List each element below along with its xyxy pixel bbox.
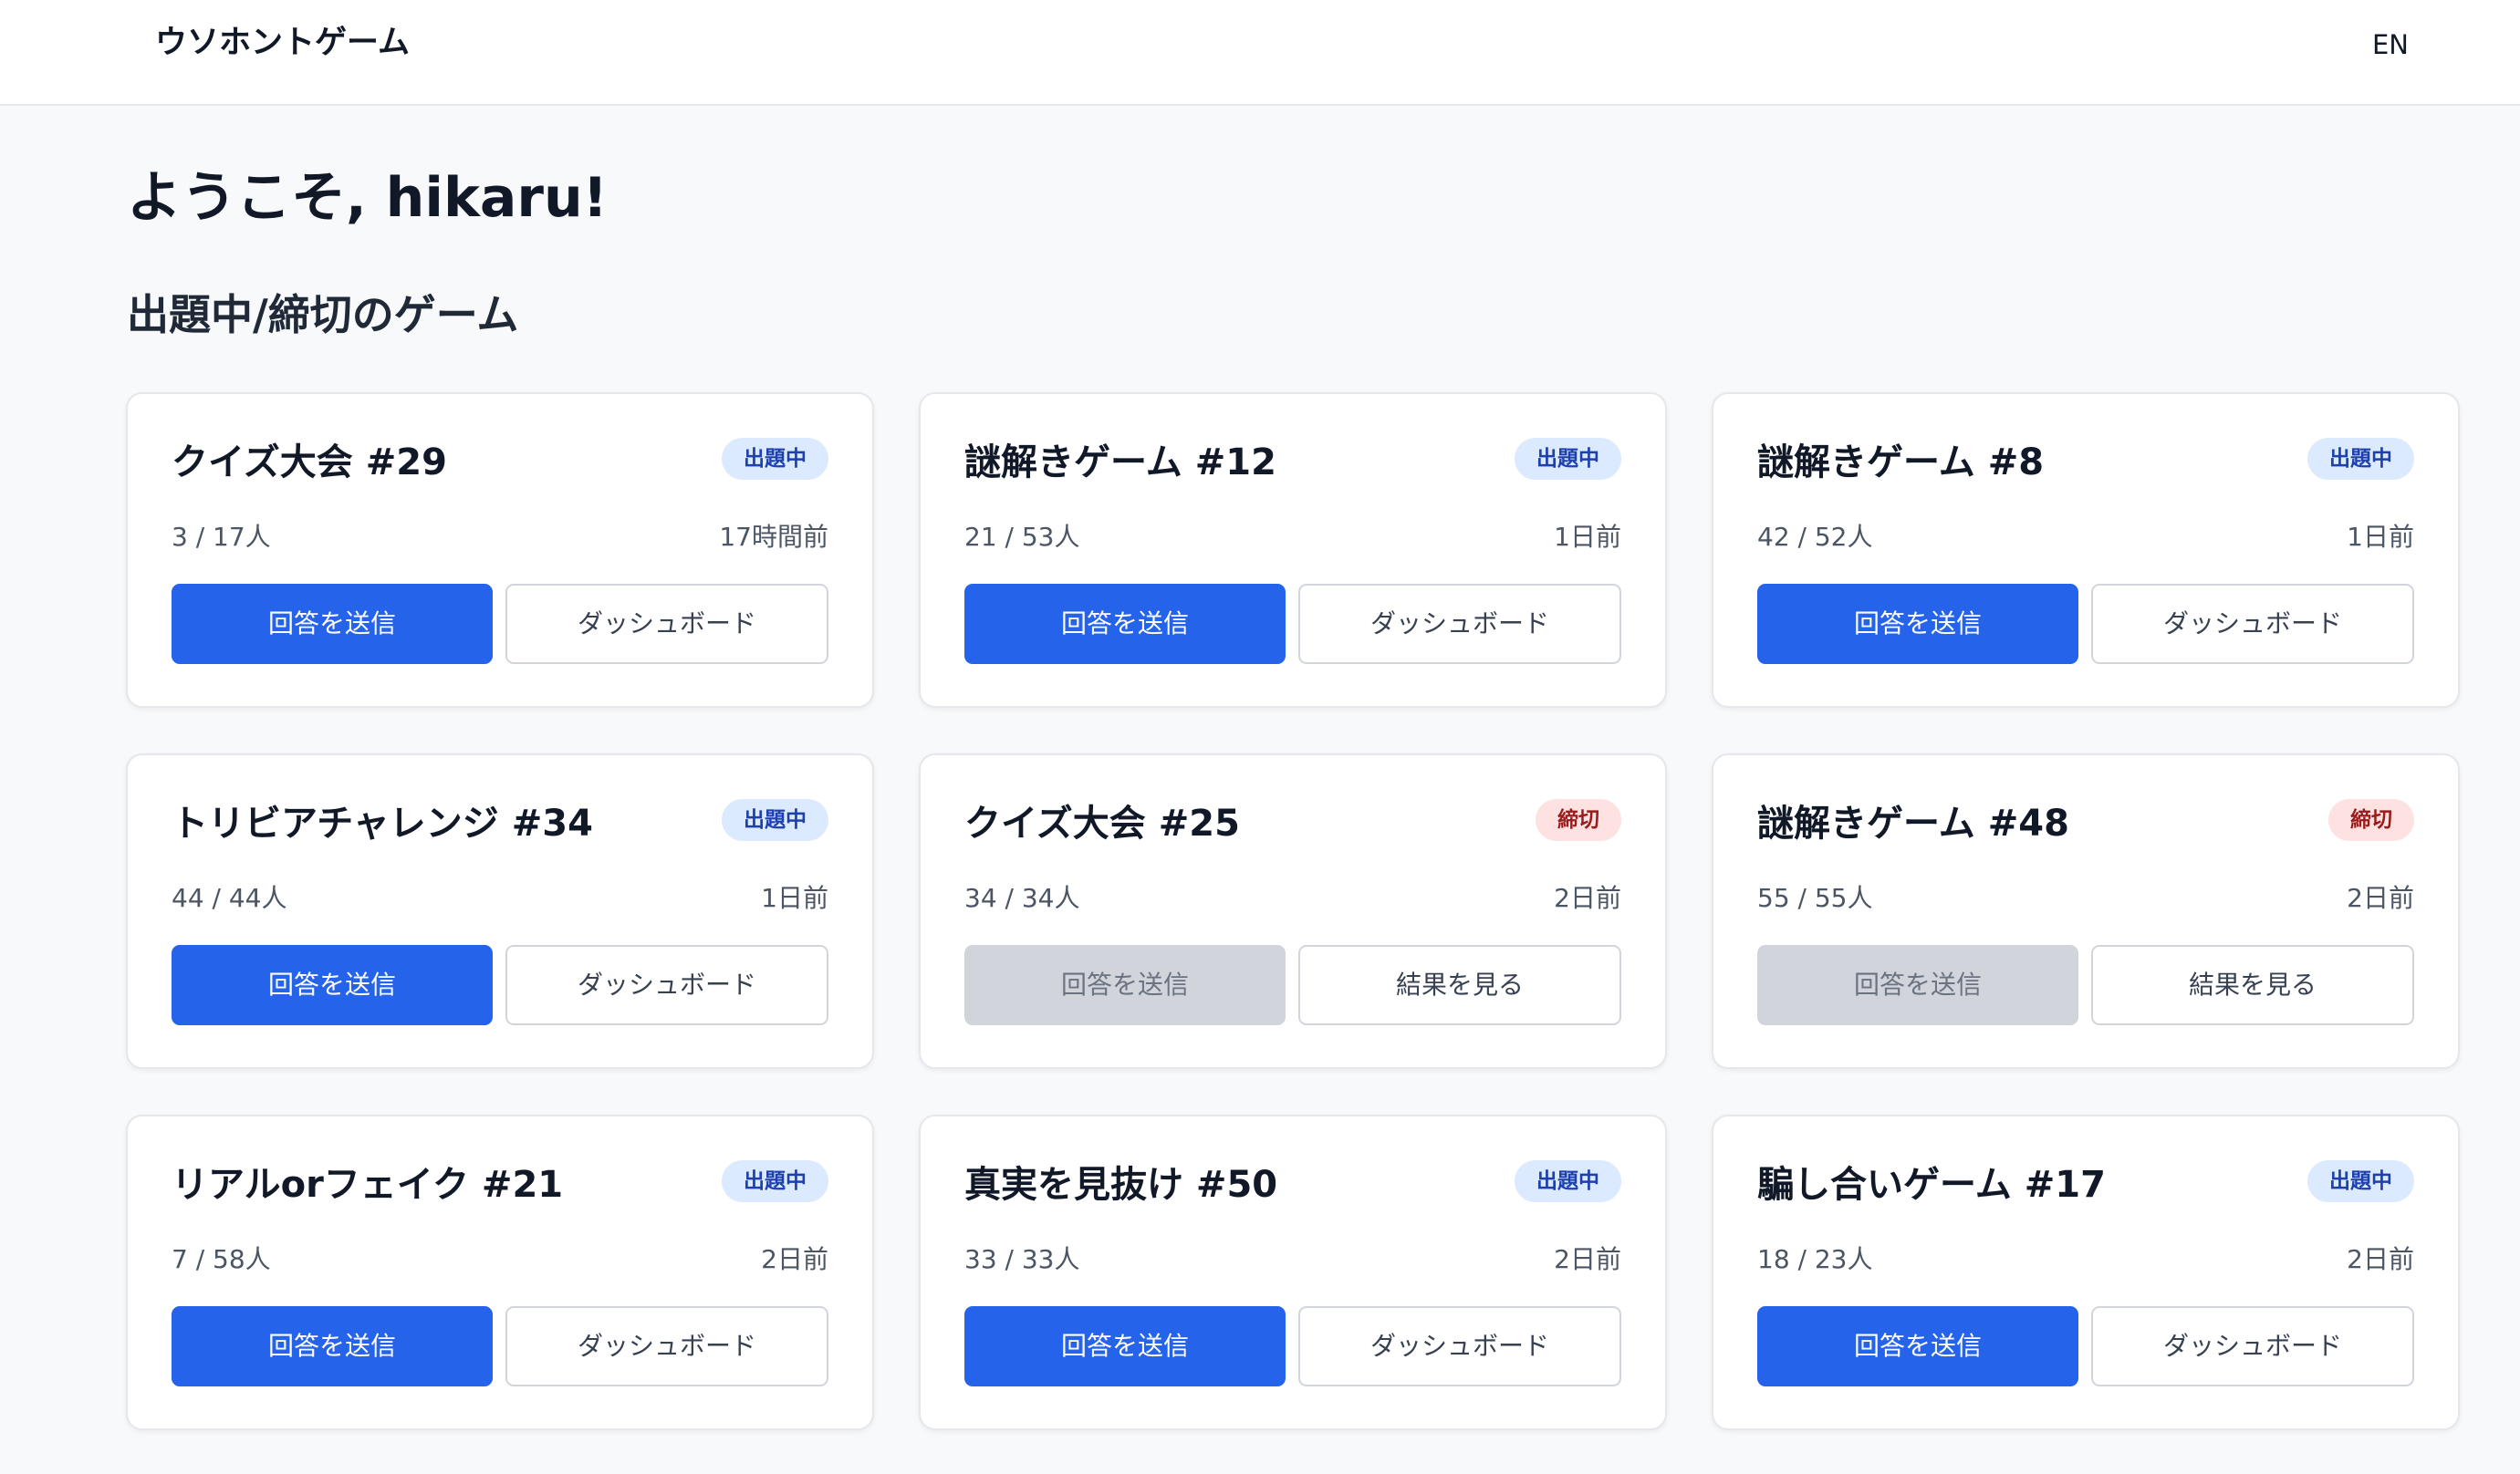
dashboard-button[interactable]: ダッシュボード xyxy=(505,945,828,1025)
participant-count: 44 / 44人 xyxy=(172,883,287,913)
view-results-button[interactable]: 結果を見る xyxy=(2091,945,2414,1025)
participant-count: 7 / 58人 xyxy=(172,1244,271,1274)
relative-time: 2日前 xyxy=(1554,1244,1621,1274)
game-title: 謎解きゲーム #8 xyxy=(1757,441,2045,483)
submit-answer-button[interactable]: 回答を送信 xyxy=(964,584,1286,664)
relative-time: 2日前 xyxy=(761,1244,828,1274)
relative-time: 2日前 xyxy=(2347,883,2414,913)
game-card: トリビアチャレンジ #34 出題中 44 / 44人 1日前 回答を送信 ダッシ… xyxy=(126,753,874,1069)
game-title: トリビアチャレンジ #34 xyxy=(172,803,593,845)
relative-time: 2日前 xyxy=(1554,883,1621,913)
game-title: リアルorフェイク #21 xyxy=(172,1164,564,1206)
game-title: クイズ大会 #25 xyxy=(964,803,1240,845)
status-badge: 出題中 xyxy=(722,799,828,841)
submit-answer-button[interactable]: 回答を送信 xyxy=(172,945,493,1025)
dashboard-button[interactable]: ダッシュボード xyxy=(1298,1306,1621,1386)
game-title: 騙し合いゲーム #17 xyxy=(1757,1164,2106,1206)
status-badge: 出題中 xyxy=(722,1160,828,1202)
games-section-title: 出題中/締切のゲーム xyxy=(127,290,519,339)
relative-time: 1日前 xyxy=(1554,522,1621,552)
view-results-button[interactable]: 結果を見る xyxy=(1298,945,1621,1025)
relative-time: 1日前 xyxy=(2347,522,2414,552)
game-card: 謎解きゲーム #12 出題中 21 / 53人 1日前 回答を送信 ダッシュボー… xyxy=(919,392,1667,708)
game-title: 謎解きゲーム #48 xyxy=(1757,803,2069,845)
dashboard-button[interactable]: ダッシュボード xyxy=(2091,584,2414,664)
game-card: クイズ大会 #29 出題中 3 / 17人 17時間前 回答を送信 ダッシュボー… xyxy=(126,392,874,708)
game-title: クイズ大会 #29 xyxy=(172,441,447,483)
participant-count: 21 / 53人 xyxy=(964,522,1080,552)
submit-answer-button[interactable]: 回答を送信 xyxy=(172,1306,493,1386)
status-badge: 出題中 xyxy=(1515,1160,1621,1202)
relative-time: 17時間前 xyxy=(719,522,828,552)
relative-time: 2日前 xyxy=(2347,1244,2414,1274)
dashboard-button[interactable]: ダッシュボード xyxy=(505,1306,828,1386)
submit-answer-button-disabled: 回答を送信 xyxy=(1757,945,2078,1025)
game-title: 真実を見抜け #50 xyxy=(964,1164,1278,1206)
top-navigation-bar: ウソホントゲーム EN xyxy=(0,0,2520,106)
status-badge: 出題中 xyxy=(2307,438,2414,480)
game-card: リアルorフェイク #21 出題中 7 / 58人 2日前 回答を送信 ダッシュ… xyxy=(126,1115,874,1430)
app-brand-link[interactable]: ウソホントゲーム xyxy=(155,20,410,66)
status-badge: 出題中 xyxy=(1515,438,1621,480)
submit-answer-button[interactable]: 回答を送信 xyxy=(1757,1306,2078,1386)
game-card: 謎解きゲーム #8 出題中 42 / 52人 1日前 回答を送信 ダッシュボード xyxy=(1712,392,2460,708)
relative-time: 1日前 xyxy=(761,883,828,913)
submit-answer-button-disabled: 回答を送信 xyxy=(964,945,1286,1025)
submit-answer-button[interactable]: 回答を送信 xyxy=(1757,584,2078,664)
status-badge: 締切 xyxy=(2328,799,2414,841)
welcome-heading: ようこそ, hikaru! xyxy=(127,166,609,230)
status-badge: 締切 xyxy=(1536,799,1621,841)
status-badge: 出題中 xyxy=(722,438,828,480)
game-card: クイズ大会 #25 締切 34 / 34人 2日前 回答を送信 結果を見る xyxy=(919,753,1667,1069)
dashboard-button[interactable]: ダッシュボード xyxy=(2091,1306,2414,1386)
game-card: 真実を見抜け #50 出題中 33 / 33人 2日前 回答を送信 ダッシュボー… xyxy=(919,1115,1667,1430)
submit-answer-button[interactable]: 回答を送信 xyxy=(964,1306,1286,1386)
game-title: 謎解きゲーム #12 xyxy=(964,441,1276,483)
participant-count: 34 / 34人 xyxy=(964,883,1080,913)
language-switch[interactable]: EN xyxy=(2372,24,2409,66)
submit-answer-button[interactable]: 回答を送信 xyxy=(172,584,493,664)
dashboard-button[interactable]: ダッシュボード xyxy=(1298,584,1621,664)
participant-count: 33 / 33人 xyxy=(964,1244,1080,1274)
dashboard-button[interactable]: ダッシュボード xyxy=(505,584,828,664)
game-card: 謎解きゲーム #48 締切 55 / 55人 2日前 回答を送信 結果を見る xyxy=(1712,753,2460,1069)
participant-count: 3 / 17人 xyxy=(172,522,271,552)
game-card: 騙し合いゲーム #17 出題中 18 / 23人 2日前 回答を送信 ダッシュボ… xyxy=(1712,1115,2460,1430)
participant-count: 42 / 52人 xyxy=(1757,522,1873,552)
status-badge: 出題中 xyxy=(2307,1160,2414,1202)
participant-count: 18 / 23人 xyxy=(1757,1244,1873,1274)
participant-count: 55 / 55人 xyxy=(1757,883,1873,913)
